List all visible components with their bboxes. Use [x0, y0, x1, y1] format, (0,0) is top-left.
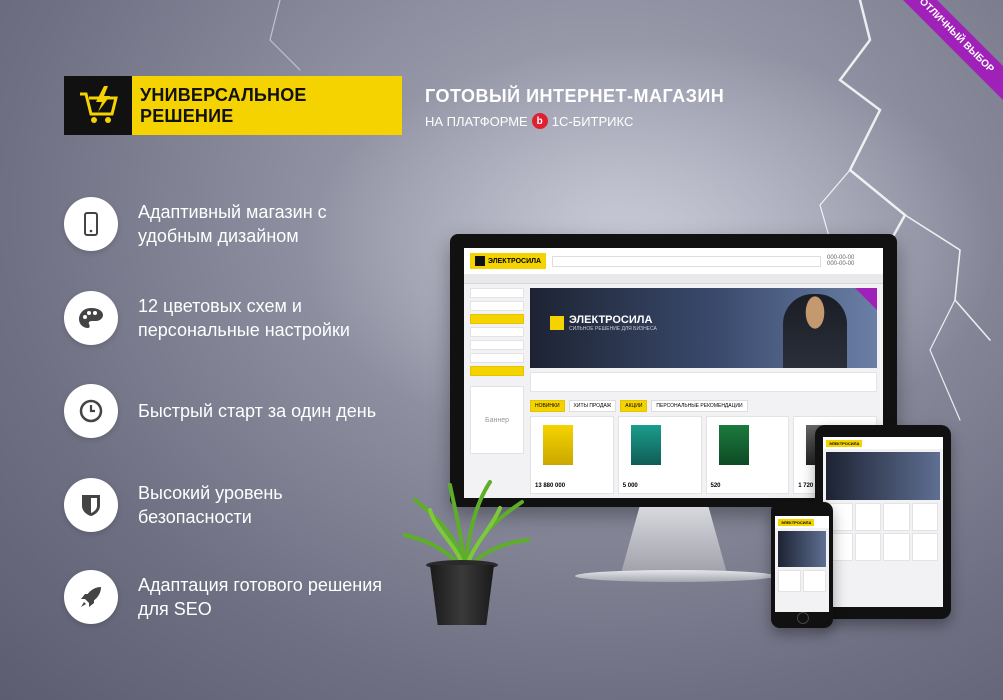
site-hero: ЭЛЕКТРОСИЛА СИЛЬНОЕ РЕШЕНИЕ ДЛЯ БИЗНЕСА: [530, 288, 877, 368]
tablet-products: [826, 503, 940, 561]
site-tab: НОВИНКИ: [530, 400, 565, 412]
site-tab: ПЕРСОНАЛЬНЫЕ РЕКОМЕНДАЦИИ: [651, 400, 748, 412]
feature-item: 12 цветовых схем и персональные настройк…: [64, 291, 398, 345]
phone-product: [803, 570, 826, 592]
site-search-input: [552, 255, 821, 267]
feature-item: Быстрый старт за один день: [64, 384, 398, 438]
headline-title: ГОТОВЫЙ ИНТЕРНЕТ-МАГАЗИН: [425, 86, 725, 106]
feature-text: Быстрый старт за один день: [138, 401, 377, 421]
sidebar-row: [470, 353, 524, 363]
headline-block: ГОТОВЫЙ ИНТЕРНЕТ-МАГАЗИН НА ПЛАТФОРМЕ b …: [425, 86, 724, 129]
product-card: 13 880 000: [530, 416, 614, 494]
tablet-product: [911, 533, 938, 561]
sidebar-row: [470, 314, 524, 324]
sidebar-row: [470, 301, 524, 311]
tablet-screen: ЭЛЕКТРОСИЛА: [823, 437, 943, 607]
product-price: 1 720: [798, 483, 814, 489]
site-strip: [530, 372, 877, 392]
sidebar-row: [470, 366, 524, 376]
product-price: 520: [710, 483, 721, 489]
tablet-product: [911, 503, 938, 531]
site-header: ЭЛЕКТРОСИЛА 000-00-00 000-00-00: [464, 248, 883, 274]
product-card: 5 000: [617, 416, 702, 494]
sidebar-row: [470, 288, 524, 298]
phone-logo: ЭЛЕКТРОСИЛА: [778, 518, 815, 526]
logo-title: УНИВЕРСАЛЬНОЕ РЕШЕНИЕ: [132, 76, 402, 135]
site-tab: ХИТЫ ПРОДАЖ: [568, 400, 617, 412]
phone-device: ЭЛЕКТРОСИЛА: [771, 502, 833, 628]
feature-item: Адаптация готового решения для SEO: [64, 570, 398, 624]
cart-lightning-icon: [64, 76, 132, 135]
platform-name: 1С-БИТРИКС: [551, 113, 634, 129]
corner-ribbon: Отличный выбор: [893, 0, 1003, 110]
bitrix-logo-icon: b: [531, 113, 548, 129]
tablet-hero: [826, 452, 940, 500]
shield-icon: [64, 478, 118, 532]
sidebar-row: [470, 340, 524, 350]
subtitle-prefix: НА ПЛАТФОРМЕ: [425, 113, 528, 129]
site-phone: 000-00-00 000-00-00: [827, 255, 855, 267]
feature-text: 12 цветовых схем и персональные настройк…: [138, 296, 350, 340]
hero-subtitle: СИЛЬНОЕ РЕШЕНИЕ ДЛЯ БИЗНЕСА: [569, 326, 657, 332]
palette-icon: [64, 291, 118, 345]
tablet-product: [883, 503, 910, 531]
site-tabs: НОВИНКИ ХИТЫ ПРОДАЖ АКЦИИ ПЕРСОНАЛЬНЫЕ Р…: [530, 400, 877, 412]
feature-item: Высокий уровень безопасности: [64, 478, 398, 532]
product-price: 5 000: [622, 483, 638, 489]
product-price: 13 880 000: [535, 483, 566, 489]
tablet-product: [854, 533, 881, 561]
product-card: 520: [705, 416, 790, 494]
tablet-header: ЭЛЕКТРОСИЛА: [823, 437, 943, 449]
solution-logo: УНИВЕРСАЛЬНОЕ РЕШЕНИЕ: [64, 76, 402, 135]
phone-product: [778, 570, 801, 592]
feature-item: Адаптивный магазин с удобным дизайном: [64, 197, 398, 251]
feature-text: Адаптация готового решения для SEO: [138, 575, 383, 619]
tablet-product: [854, 503, 881, 531]
phone-home-button: [797, 612, 809, 624]
clock-icon: [64, 384, 118, 438]
hero-brand: ЭЛЕКТРОСИЛА СИЛЬНОЕ РЕШЕНИЕ ДЛЯ БИЗНЕСА: [550, 314, 657, 332]
sidebar-banner: Баннер: [470, 386, 524, 454]
tablet-product: [883, 533, 910, 561]
plant-pot: [430, 565, 494, 625]
hero-cart-icon: [550, 316, 564, 330]
feature-text: Высокий уровень безопасности: [138, 483, 283, 527]
rocket-icon: [64, 570, 118, 624]
tablet-device: ЭЛЕКТРОСИЛА: [815, 425, 951, 619]
sidebar-row: [470, 327, 524, 337]
site-logo-icon: [475, 256, 485, 266]
feature-text: Адаптивный магазин с удобным дизайном: [138, 202, 327, 246]
site-tab: АКЦИИ: [620, 400, 648, 412]
hero-title: ЭЛЕКТРОСИЛА: [569, 314, 653, 326]
monitor-base: [575, 570, 775, 582]
smartphone-icon: [64, 197, 118, 251]
product-image: [630, 425, 661, 465]
tablet-logo: ЭЛЕКТРОСИЛА: [826, 439, 863, 447]
phone-products: [778, 570, 826, 592]
site-sidebar: Баннер: [470, 288, 524, 494]
phone-hero: [778, 531, 826, 567]
site-brand: ЭЛЕКТРОСИЛА: [488, 257, 542, 265]
hero-person-image: [783, 294, 847, 368]
phone-header: ЭЛЕКТРОСИЛА: [775, 516, 829, 528]
ribbon-label: Отличный выбор: [893, 0, 1003, 105]
product-image: [543, 425, 573, 465]
hero-corner-tag: [855, 288, 877, 310]
site-logo: ЭЛЕКТРОСИЛА: [470, 253, 547, 269]
product-image: [718, 425, 749, 465]
headline-subtitle: НА ПЛАТФОРМЕ b 1С-БИТРИКС: [425, 113, 724, 129]
site-nav: [464, 274, 883, 284]
phone-screen: ЭЛЕКТРОСИЛА: [775, 516, 829, 612]
